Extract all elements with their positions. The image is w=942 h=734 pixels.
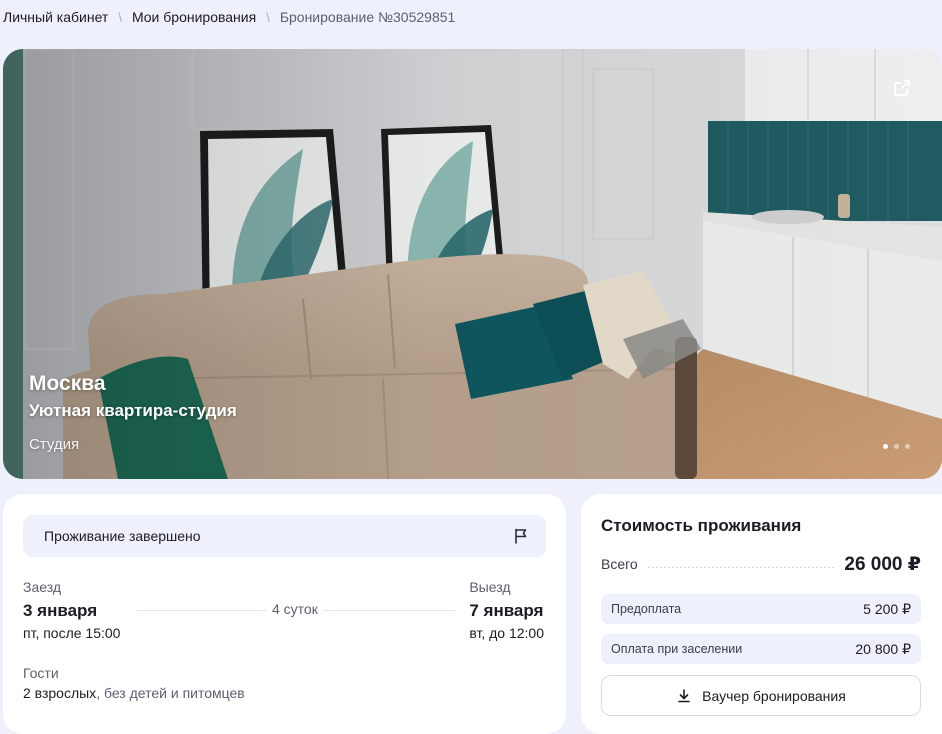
- flag-icon: [515, 528, 527, 544]
- booking-voucher-label: Ваучер бронирования: [702, 687, 846, 704]
- booking-voucher-button[interactable]: Ваучер бронирования: [601, 675, 921, 716]
- checkout-time: вт, до 12:00: [469, 625, 544, 641]
- price-title: Стоимость проживания: [601, 516, 802, 535]
- guests-adults: 2 взрослых: [23, 685, 97, 701]
- total-label: Всего: [601, 556, 638, 572]
- checkin-date: 3 января: [23, 601, 98, 620]
- price-card: Стоимость проживания Всего 26 000 ₽ Пред…: [581, 494, 942, 734]
- breadcrumb-separator: \: [118, 9, 122, 25]
- listing-city: Москва: [29, 372, 106, 395]
- listing-title: Уютная квартира-студия: [29, 401, 237, 420]
- total-value: 26 000 ₽: [844, 553, 921, 575]
- checkin-block: Заезд 3 января пт, после 15:00: [23, 579, 120, 641]
- listing-info: Москва Уютная квартира-студия Студия: [29, 371, 237, 455]
- guests-value: 2 взрослых, без детей и питомцев: [23, 685, 245, 701]
- gallery-dot-3[interactable]: [905, 444, 910, 449]
- booking-status-banner: Проживание завершено: [23, 515, 546, 557]
- download-icon: [678, 688, 690, 702]
- breadcrumb: Личный кабинет \ Мои бронирования \ Брон…: [3, 9, 455, 25]
- external-link-icon[interactable]: [891, 77, 913, 99]
- gallery-pagination: [883, 444, 910, 449]
- checkout-block: Выезд 7 января вт, до 12:00: [469, 579, 544, 641]
- checkout-date: 7 января: [469, 601, 544, 620]
- total-row: Всего 26 000 ₽: [601, 552, 921, 576]
- on-arrival-value: 20 800 ₽: [855, 640, 911, 657]
- breadcrumb-my-bookings[interactable]: Мои бронирования: [132, 9, 256, 25]
- on-arrival-payment-row: Оплата при заселении 20 800 ₽: [601, 634, 921, 664]
- gallery-dot-2[interactable]: [894, 444, 899, 449]
- prepayment-label: Предоплата: [611, 602, 682, 616]
- breadcrumb-current-booking: Бронирование №30529851: [279, 9, 456, 25]
- stay-duration: 4 суток: [266, 601, 324, 617]
- dotted-leader: [647, 566, 835, 568]
- on-arrival-label: Оплата при заселении: [611, 642, 743, 656]
- checkin-time: пт, после 15:00: [23, 625, 121, 641]
- checkin-label: Заезд: [23, 579, 62, 595]
- breadcrumb-personal-account[interactable]: Личный кабинет: [3, 9, 108, 25]
- prepayment-value: 5 200 ₽: [863, 600, 911, 617]
- checkout-label: Выезд: [469, 579, 511, 595]
- gallery-dot-1[interactable]: [883, 444, 888, 449]
- breadcrumb-separator: \: [266, 9, 270, 25]
- guests-label: Гости: [23, 665, 59, 681]
- booking-status-text: Проживание завершено: [44, 528, 201, 544]
- guests-others: , без детей и питомцев: [96, 685, 245, 701]
- booking-details-card: Проживание завершено Заезд 3 января пт, …: [3, 494, 566, 734]
- listing-photo-gallery[interactable]: Москва Уютная квартира-студия Студия: [3, 49, 942, 479]
- prepayment-row: Предоплата 5 200 ₽: [601, 594, 921, 624]
- guests-block: Гости 2 взрослых, без детей и питомцев: [23, 665, 245, 701]
- listing-type: Студия: [29, 436, 80, 453]
